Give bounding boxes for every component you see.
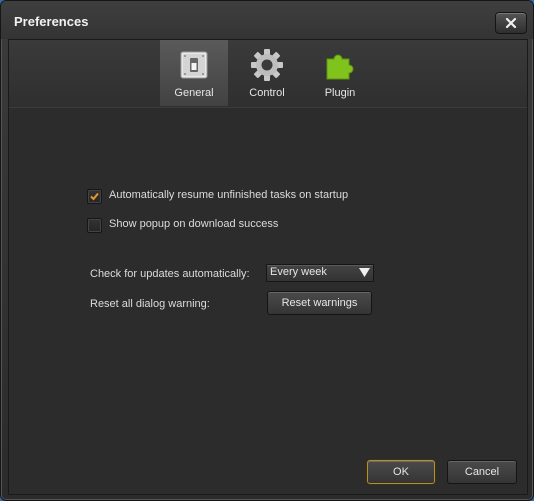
tab-general[interactable]: General	[160, 40, 228, 106]
tab-bar: General Control Plugin	[9, 40, 527, 108]
dropdown-arrow-icon	[359, 268, 370, 277]
switch-icon	[180, 51, 208, 79]
popup-on-success-label: Show popup on download success	[109, 218, 279, 230]
ok-button[interactable]: OK	[367, 460, 435, 484]
tab-control[interactable]: Control	[233, 40, 301, 106]
tab-label: Plugin	[324, 87, 356, 99]
tab-label: Control	[249, 87, 285, 99]
close-button[interactable]	[495, 12, 527, 34]
resume-tasks-checkbox[interactable]	[87, 189, 102, 204]
tab-plugin[interactable]: Plugin	[306, 40, 374, 106]
gear-icon	[251, 49, 283, 81]
reset-label: Reset all dialog warning:	[90, 298, 210, 310]
puzzle-piece-icon	[326, 54, 354, 80]
reset-warnings-button[interactable]: Reset warnings	[267, 291, 372, 315]
window-title: Preferences	[14, 14, 89, 29]
checkmark-icon	[90, 192, 99, 201]
update-frequency-dropdown[interactable]: Every week	[266, 264, 374, 282]
update-frequency-value: Every week	[270, 266, 327, 278]
cancel-button[interactable]: Cancel	[447, 460, 517, 484]
resume-tasks-label: Automatically resume unfinished tasks on…	[109, 189, 349, 201]
close-icon	[505, 17, 517, 29]
preferences-window: Preferences General Control Plugin Autom…	[0, 0, 534, 501]
popup-on-success-checkbox[interactable]	[87, 218, 102, 233]
tab-label: General	[174, 87, 214, 99]
preferences-panel: General Control Plugin Automatically res…	[8, 39, 528, 495]
title-bar[interactable]: Preferences	[1, 1, 533, 39]
updates-label: Check for updates automatically:	[90, 268, 250, 280]
